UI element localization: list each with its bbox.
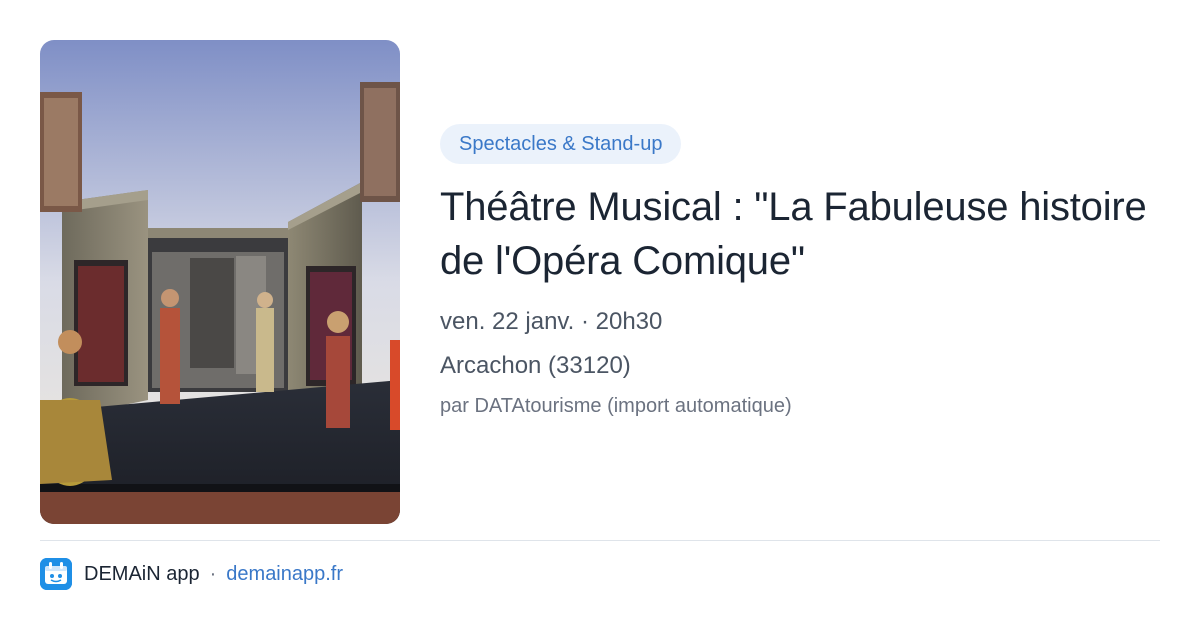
event-card: Spectacles & Stand-up Théâtre Musical : …: [0, 0, 1200, 630]
event-title[interactable]: Théâtre Musical : "La Fabuleuse histoire…: [440, 180, 1160, 288]
event-location: Arcachon (33120): [440, 352, 631, 379]
event-image[interactable]: [40, 40, 400, 524]
app-url-link[interactable]: demainapp.fr: [226, 563, 343, 586]
event-datetime: ven. 22 janv. · 20h30: [440, 308, 663, 335]
footer-divider: [40, 540, 1160, 541]
app-name[interactable]: DEMAiN app: [84, 563, 200, 586]
stage-model-illustration: [40, 40, 400, 524]
footer: DEMAiN app · demainapp.fr: [40, 558, 343, 590]
event-source: par DATAtourisme (import automatique): [440, 395, 792, 417]
event-details: Spectacles & Stand-up Théâtre Musical : …: [440, 124, 1160, 420]
category-badge[interactable]: Spectacles & Stand-up: [440, 124, 682, 164]
footer-separator: ·: [209, 562, 217, 585]
demain-app-logo-icon: [40, 558, 72, 590]
